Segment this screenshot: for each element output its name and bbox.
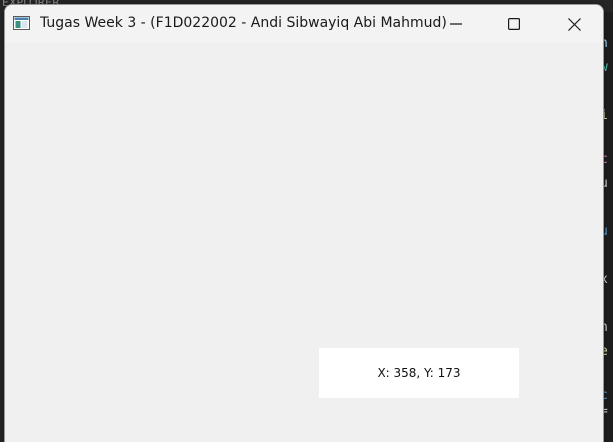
minimize-button[interactable] — [427, 5, 485, 43]
maximize-icon — [508, 18, 520, 30]
coordinate-label: X: 358, Y: 173 — [319, 348, 519, 398]
minimize-icon — [450, 23, 462, 25]
app-window: Tugas Week 3 - (F1D022002 - Andi Sibwayi… — [4, 4, 604, 442]
window-title: Tugas Week 3 - (F1D022002 - Andi Sibwayi… — [40, 15, 447, 31]
window-client-area[interactable]: X: 358, Y: 173 — [5, 43, 603, 442]
coordinate-text: X: 358, Y: 173 — [377, 366, 461, 380]
title-bar[interactable]: Tugas Week 3 - (F1D022002 - Andi Sibwayi… — [5, 5, 603, 43]
app-window-icon — [13, 16, 30, 30]
close-icon — [567, 17, 581, 31]
close-button[interactable] — [545, 5, 603, 43]
maximize-button[interactable] — [485, 5, 543, 43]
